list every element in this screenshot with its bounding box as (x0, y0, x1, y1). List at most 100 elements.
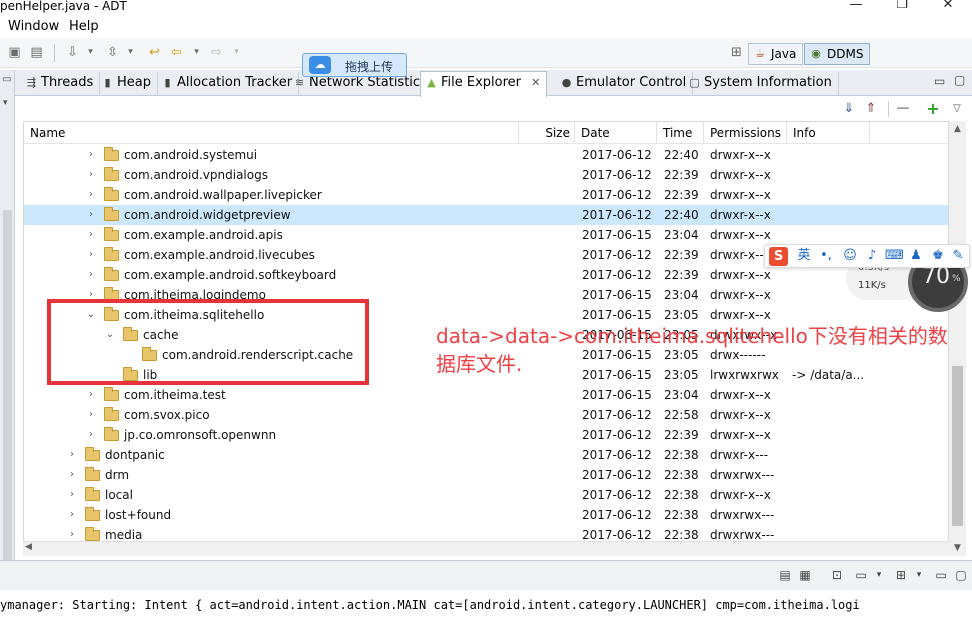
scroll-up-icon[interactable]: ▲ (949, 121, 966, 137)
table-row[interactable]: › dontpanic 2017-06-12 22:38 drwxr-x--- (24, 445, 948, 465)
chevron-right-icon[interactable]: › (86, 385, 96, 405)
skin-icon[interactable]: ♚ (929, 247, 947, 265)
chevron-right-icon[interactable]: › (86, 245, 96, 265)
sogou-logo-icon[interactable]: S (769, 247, 788, 266)
column-date[interactable]: Date (575, 122, 657, 144)
chevron-down-icon[interactable]: ▾ (870, 566, 888, 584)
chevron-right-icon[interactable]: › (86, 405, 96, 425)
window-title: penHelper.java - ADT (0, 0, 127, 13)
maximize-view-icon[interactable]: ▢ (954, 73, 965, 87)
keyboard-icon[interactable]: ⌨ (885, 247, 904, 265)
menu-bar: Window Help (0, 16, 972, 38)
user-icon[interactable]: ♟ (907, 247, 925, 265)
tab-emulator-control[interactable]: ● Emulator Control (556, 72, 694, 96)
display-console-icon[interactable]: ▭ (852, 566, 870, 584)
chevron-right-icon[interactable]: › (67, 485, 77, 505)
menu-help[interactable]: Help (69, 18, 99, 35)
chevron-right-icon[interactable]: › (86, 145, 96, 165)
chevron-right-icon[interactable]: › (86, 265, 96, 285)
chevron-down-icon[interactable]: ▾ (910, 566, 928, 584)
column-permissions[interactable]: Permissions (704, 122, 787, 144)
open-console-icon[interactable]: ⊞ (892, 566, 910, 584)
chevron-down-icon[interactable]: ▾ (3, 98, 8, 108)
chevron-right-icon[interactable]: › (67, 465, 77, 485)
table-row[interactable]: › com.example.android.softkeyboard 2017-06… (24, 265, 948, 285)
table-row[interactable]: › jp.co.omronsoft.openwnn 2017-06-12 22:39 d… (24, 425, 948, 445)
column-time[interactable]: Time (657, 122, 704, 144)
minimize-button[interactable]: — (836, 0, 876, 15)
table-row[interactable]: › com.itheima.test 2017-06-15 23:04 drwxr-x-… (24, 385, 948, 405)
scroll-down-icon[interactable]: ▼ (949, 540, 966, 556)
tab-file-explorer[interactable]: ▲ File Explorer ✕ (420, 71, 548, 97)
table-row[interactable]: › local 2017-06-12 22:38 drwxr-x--x (24, 485, 948, 505)
left-scroll-thumb[interactable] (3, 210, 12, 590)
delete-icon[interactable]: — (894, 100, 912, 118)
back-icon[interactable]: ⇦ (168, 44, 185, 61)
upload-label: 拖拽上传 (345, 60, 394, 74)
table-row[interactable]: › lost+found 2017-06-12 22:38 drwxrwx--- (24, 505, 948, 525)
open-perspective-icon[interactable]: ⊞ (728, 44, 745, 61)
chevron-right-icon[interactable]: › (86, 165, 96, 185)
ime-toolbar[interactable]: S 英 •, ☺ ♪ ⌨ ♟ ♚ ✎ (764, 244, 970, 268)
tab-system-information[interactable]: ▢ System Information (684, 72, 839, 96)
chevron-right-icon[interactable]: › (86, 225, 96, 245)
emoji-icon[interactable]: ☺ (841, 247, 859, 265)
run-icon[interactable]: ▤ (28, 44, 45, 61)
chevron-right-icon[interactable]: › (86, 185, 96, 205)
column-size[interactable]: Size (519, 122, 575, 144)
cell-perm: drwxrwx--- (710, 508, 775, 522)
cell-name: local (105, 488, 133, 502)
chevron-right-icon[interactable]: › (86, 205, 96, 225)
clear-console-icon[interactable]: ▤ (776, 566, 794, 584)
close-icon[interactable]: ✕ (531, 76, 540, 89)
maximize-view-icon[interactable]: ▢ (952, 566, 970, 584)
horizontal-scrollbar[interactable]: ◀ (23, 541, 949, 556)
pull-file-icon[interactable]: ⇓ (840, 100, 858, 118)
table-row[interactable]: › com.svox.pico 2017-06-12 22:58 drwxr-x--x (24, 405, 948, 425)
column-name[interactable]: Name (24, 122, 519, 144)
prev-annotation-icon[interactable]: ⇩ (64, 44, 81, 61)
chevron-right-icon[interactable]: › (67, 445, 77, 465)
wrench-icon[interactable]: ✎ (949, 247, 967, 265)
microphone-icon[interactable]: ♪ (863, 247, 881, 265)
push-file-icon[interactable]: ⇑ (862, 100, 880, 118)
tab-allocation-tracker[interactable]: ▮ Allocation Tracker (157, 72, 300, 96)
debug-icon[interactable]: ▣ (6, 44, 23, 61)
pin-console-icon[interactable]: ⊡ (828, 566, 846, 584)
chevron-right-icon[interactable]: › (67, 505, 77, 525)
tab-threads[interactable]: ⇶ Threads (21, 72, 101, 96)
minimize-view-icon[interactable]: ▭ (934, 74, 945, 88)
chevron-down-icon[interactable]: ▾ (188, 44, 205, 61)
next-annotation-icon[interactable]: ⇳ (104, 44, 121, 61)
table-row[interactable]: › drm 2017-06-12 22:38 drwxrwx--- (24, 465, 948, 485)
scroll-lock-icon[interactable]: ▦ (796, 566, 814, 584)
table-row[interactable]: › com.android.systemui 2017-06-12 22:40 drwx… (24, 145, 948, 165)
perspective-java[interactable]: ☕ Java (748, 43, 804, 65)
table-row[interactable]: › com.android.vpndialogs 2017-06-12 22:39 dr… (24, 165, 948, 185)
chevron-down-icon[interactable]: ▾ (122, 44, 139, 61)
scroll-thumb[interactable] (952, 366, 963, 526)
menu-window[interactable]: Window (8, 18, 59, 35)
chevron-down-icon[interactable]: ▾ (228, 44, 245, 61)
table-row[interactable]: › com.android.wallpaper.livepicker 2017-06… (24, 185, 948, 205)
ime-lang[interactable]: 英 (795, 247, 813, 265)
close-button[interactable]: ✕ (928, 0, 968, 15)
drag-upload-button[interactable]: ☁ 拖拽上传 (302, 53, 407, 77)
column-info[interactable]: Info (787, 122, 870, 144)
scroll-left-icon[interactable]: ◀ (25, 542, 32, 552)
cell-perm: drwxr-x--- (710, 448, 769, 462)
view-menu-icon[interactable]: ▽ (948, 100, 966, 118)
chevron-down-icon[interactable]: ▾ (82, 44, 99, 61)
restore-icon[interactable]: ▭ (2, 74, 11, 85)
tab-heap[interactable]: ▮ Heap (97, 72, 158, 96)
add-folder-icon[interactable]: + (924, 100, 942, 118)
ime-punct[interactable]: •, (817, 247, 835, 265)
minimize-view-icon[interactable]: ▭ (932, 566, 950, 584)
forward-icon[interactable]: ⇨ (208, 44, 225, 61)
perspective-ddms[interactable]: ◉ DDMS (804, 43, 871, 65)
table-row[interactable]: › com.example.android.apis 2017-06-15 23:04… (24, 225, 948, 245)
table-row[interactable]: › com.android.widgetpreview 2017-06-12 22:4… (24, 205, 948, 225)
chevron-right-icon[interactable]: › (86, 425, 96, 445)
last-edit-icon[interactable]: ↩ (146, 44, 163, 61)
maximize-button[interactable]: ❐ (882, 0, 922, 15)
